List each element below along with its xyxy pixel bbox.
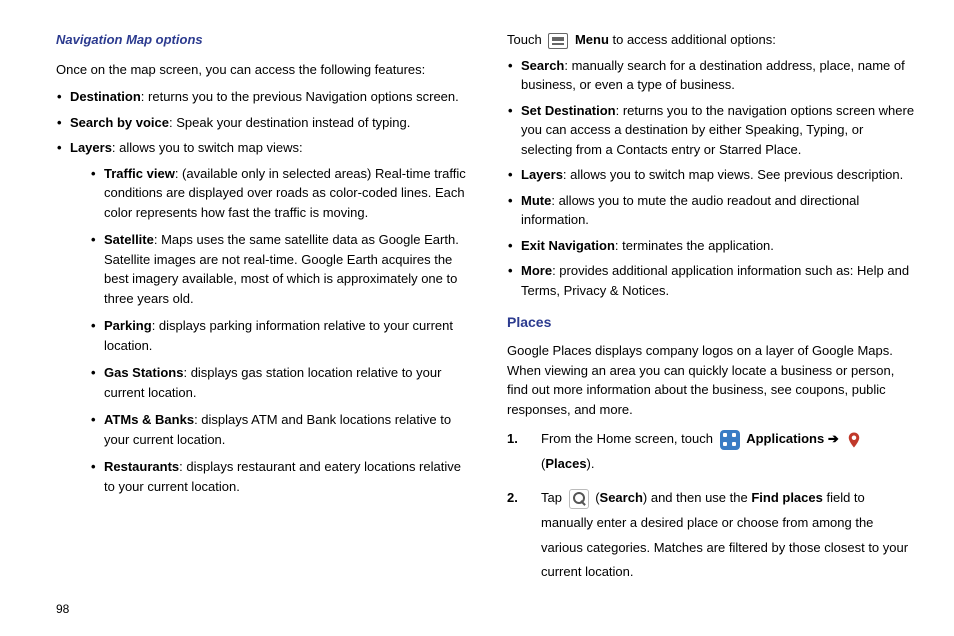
list-item: Restaurants: displays restaurant and eat… bbox=[90, 457, 467, 496]
list-item: Set Destination: returns you to the navi… bbox=[507, 101, 918, 160]
list-item: Gas Stations: displays gas station locat… bbox=[90, 363, 467, 402]
layers-sublist: Traffic view: (available only in selecte… bbox=[90, 164, 467, 497]
list-item: Exit Navigation: terminates the applicat… bbox=[507, 236, 918, 256]
nav-bullet-list: Destination: returns you to the previous… bbox=[56, 87, 467, 158]
nav-map-options-heading: Navigation Map options bbox=[56, 30, 467, 50]
list-item: Layers: allows you to switch map views. … bbox=[507, 165, 918, 185]
places-steps: 1. From the Home screen, touch Applicati… bbox=[507, 427, 918, 585]
touch-menu-line: Touch Menu to access additional options: bbox=[507, 30, 918, 50]
applications-icon bbox=[720, 430, 740, 450]
places-heading: Places bbox=[507, 312, 918, 333]
left-column: Navigation Map options Once on the map s… bbox=[56, 30, 467, 595]
nav-intro: Once on the map screen, you can access t… bbox=[56, 60, 467, 80]
list-item: Search: manually search for a destinatio… bbox=[507, 56, 918, 95]
list-item: Search by voice: Speak your destination … bbox=[56, 113, 467, 133]
places-icon bbox=[845, 431, 863, 449]
list-item: Destination: returns you to the previous… bbox=[56, 87, 467, 107]
step-item: 1. From the Home screen, touch Applicati… bbox=[507, 427, 918, 476]
places-intro: Google Places displays company logos on … bbox=[507, 341, 918, 419]
step-item: 2. Tap (Search) and then use the Find pl… bbox=[507, 486, 918, 585]
right-column: Touch Menu to access additional options:… bbox=[507, 30, 918, 595]
list-item: Parking: displays parking information re… bbox=[90, 316, 467, 355]
page-number: 98 bbox=[56, 600, 69, 618]
menu-icon bbox=[548, 33, 568, 49]
list-item: More: provides additional application in… bbox=[507, 261, 918, 300]
list-item: Layers: allows you to switch map views: bbox=[56, 138, 467, 158]
search-icon bbox=[569, 489, 589, 509]
list-item: Mute: allows you to mute the audio reado… bbox=[507, 191, 918, 230]
menu-options-list: Search: manually search for a destinatio… bbox=[507, 56, 918, 301]
list-item: Traffic view: (available only in selecte… bbox=[90, 164, 467, 223]
list-item: Satellite: Maps uses the same satellite … bbox=[90, 230, 467, 308]
list-item: ATMs & Banks: displays ATM and Bank loca… bbox=[90, 410, 467, 449]
